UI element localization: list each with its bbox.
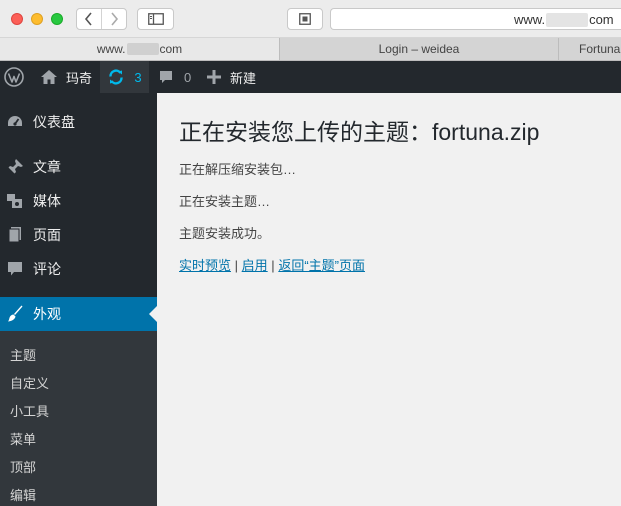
tab-site-prefix: www. [96, 42, 126, 56]
submenu-item-menus[interactable]: 菜单 [10, 429, 36, 448]
wp-logo-menu[interactable] [4, 61, 24, 93]
new-content-menu[interactable]: 新建 [207, 61, 256, 93]
new-label: 新建 [230, 70, 257, 86]
menu-item-label: 页面 [33, 227, 61, 243]
tab-site-suffix: com [159, 42, 183, 56]
link-separator: | [271, 258, 275, 273]
site-name: 玛奇 [66, 70, 93, 86]
tab-login-label: Login – weidea [378, 42, 460, 56]
submenu-item-widgets[interactable]: 小工具 [10, 401, 49, 420]
wp-admin-bar: 玛奇 3 0 新建 [0, 61, 621, 93]
comment-bubble-icon [160, 71, 172, 83]
activate-link[interactable]: 启用 [242, 258, 268, 273]
menu-item-comments[interactable]: 评论 [0, 252, 157, 286]
submenu-item-editor[interactable]: 编辑 [10, 485, 36, 504]
updates-menu[interactable]: 3 [100, 61, 149, 93]
updates-count: 3 [134, 69, 142, 85]
submenu-item-themes[interactable]: 主题 [10, 345, 36, 364]
reader-button[interactable] [287, 8, 323, 30]
chevron-right-icon [111, 12, 119, 26]
zoom-window-button[interactable] [51, 13, 63, 25]
site-name-menu[interactable]: 玛奇 [40, 61, 92, 93]
return-to-themes-link[interactable]: 返回“主题”页面 [278, 258, 365, 273]
media-icon [7, 194, 22, 208]
comment-icon [8, 262, 22, 276]
wordpress-logo-icon [4, 67, 24, 87]
address-prefix: www. [514, 12, 546, 27]
redacted-domain [126, 43, 159, 55]
action-links: 实时预览 | 启用 | 返回“主题”页面 [179, 255, 365, 274]
chevron-left-icon [84, 12, 92, 26]
plus-icon [207, 70, 221, 84]
home-icon [41, 70, 57, 84]
menu-item-label: 仪表盘 [33, 114, 75, 130]
tab-site[interactable]: www. com [0, 38, 280, 60]
forward-button[interactable] [101, 9, 126, 29]
reader-icon [299, 13, 311, 25]
submenu-item-customize[interactable]: 自定义 [10, 373, 49, 392]
paintbrush-icon [8, 305, 23, 322]
main-content: 正在安装您上传的主题：fortuna.zip 正在解压缩安装包… 正在安装主题…… [157, 93, 621, 506]
tab-bar: www. com Login – weidea Fortuna [0, 38, 621, 61]
tab-fortuna[interactable]: Fortuna [559, 38, 621, 60]
browser-titlebar: www. com [0, 0, 621, 38]
link-separator: | [234, 258, 239, 273]
current-menu-arrow [149, 306, 157, 322]
tab-fortuna-label: Fortuna [579, 42, 621, 56]
page-icon [8, 227, 21, 243]
status-message-success: 主题安装成功。 [179, 226, 271, 241]
close-window-button[interactable] [11, 13, 23, 25]
navigation-buttons [76, 8, 127, 30]
show-sidebar-button[interactable] [137, 8, 174, 30]
address-bar[interactable]: www. com [330, 8, 621, 30]
tab-login[interactable]: Login – weidea [280, 38, 559, 60]
status-message-unpacking: 正在解压缩安装包… [179, 162, 297, 177]
sidebar-icon [147, 13, 164, 25]
comments-count: 0 [184, 69, 192, 85]
page-title: 正在安装您上传的主题：fortuna.zip [179, 119, 540, 145]
redacted-domain [546, 12, 589, 27]
menu-item-media[interactable]: 媒体 [0, 184, 157, 218]
menu-item-label: 评论 [33, 261, 61, 277]
admin-sidebar: 仪表盘 文章 媒体 页面 评论 外观 主题 自定义 小工具 菜单 顶部 编辑 [0, 93, 157, 506]
address-suffix: com [589, 12, 614, 27]
menu-item-pages[interactable]: 页面 [0, 218, 157, 252]
comments-menu[interactable]: 0 [158, 61, 191, 93]
live-preview-link[interactable]: 实时预览 [179, 258, 231, 273]
pushpin-icon [7, 159, 23, 175]
dashboard-icon [8, 116, 22, 126]
menu-item-label: 文章 [33, 159, 61, 175]
status-message-installing: 正在安装主题… [179, 194, 271, 209]
menu-item-posts[interactable]: 文章 [0, 150, 157, 184]
minimize-window-button[interactable] [31, 13, 43, 25]
menu-item-label: 外观 [33, 306, 61, 322]
menu-item-appearance[interactable]: 外观 [0, 297, 157, 331]
updates-icon [109, 69, 124, 85]
appearance-submenu: 主题 自定义 小工具 菜单 顶部 编辑 [0, 331, 157, 506]
submenu-item-header[interactable]: 顶部 [10, 457, 36, 476]
back-button[interactable] [77, 9, 101, 29]
menu-item-label: 媒体 [33, 193, 61, 209]
menu-item-dashboard[interactable]: 仪表盘 [0, 105, 157, 139]
